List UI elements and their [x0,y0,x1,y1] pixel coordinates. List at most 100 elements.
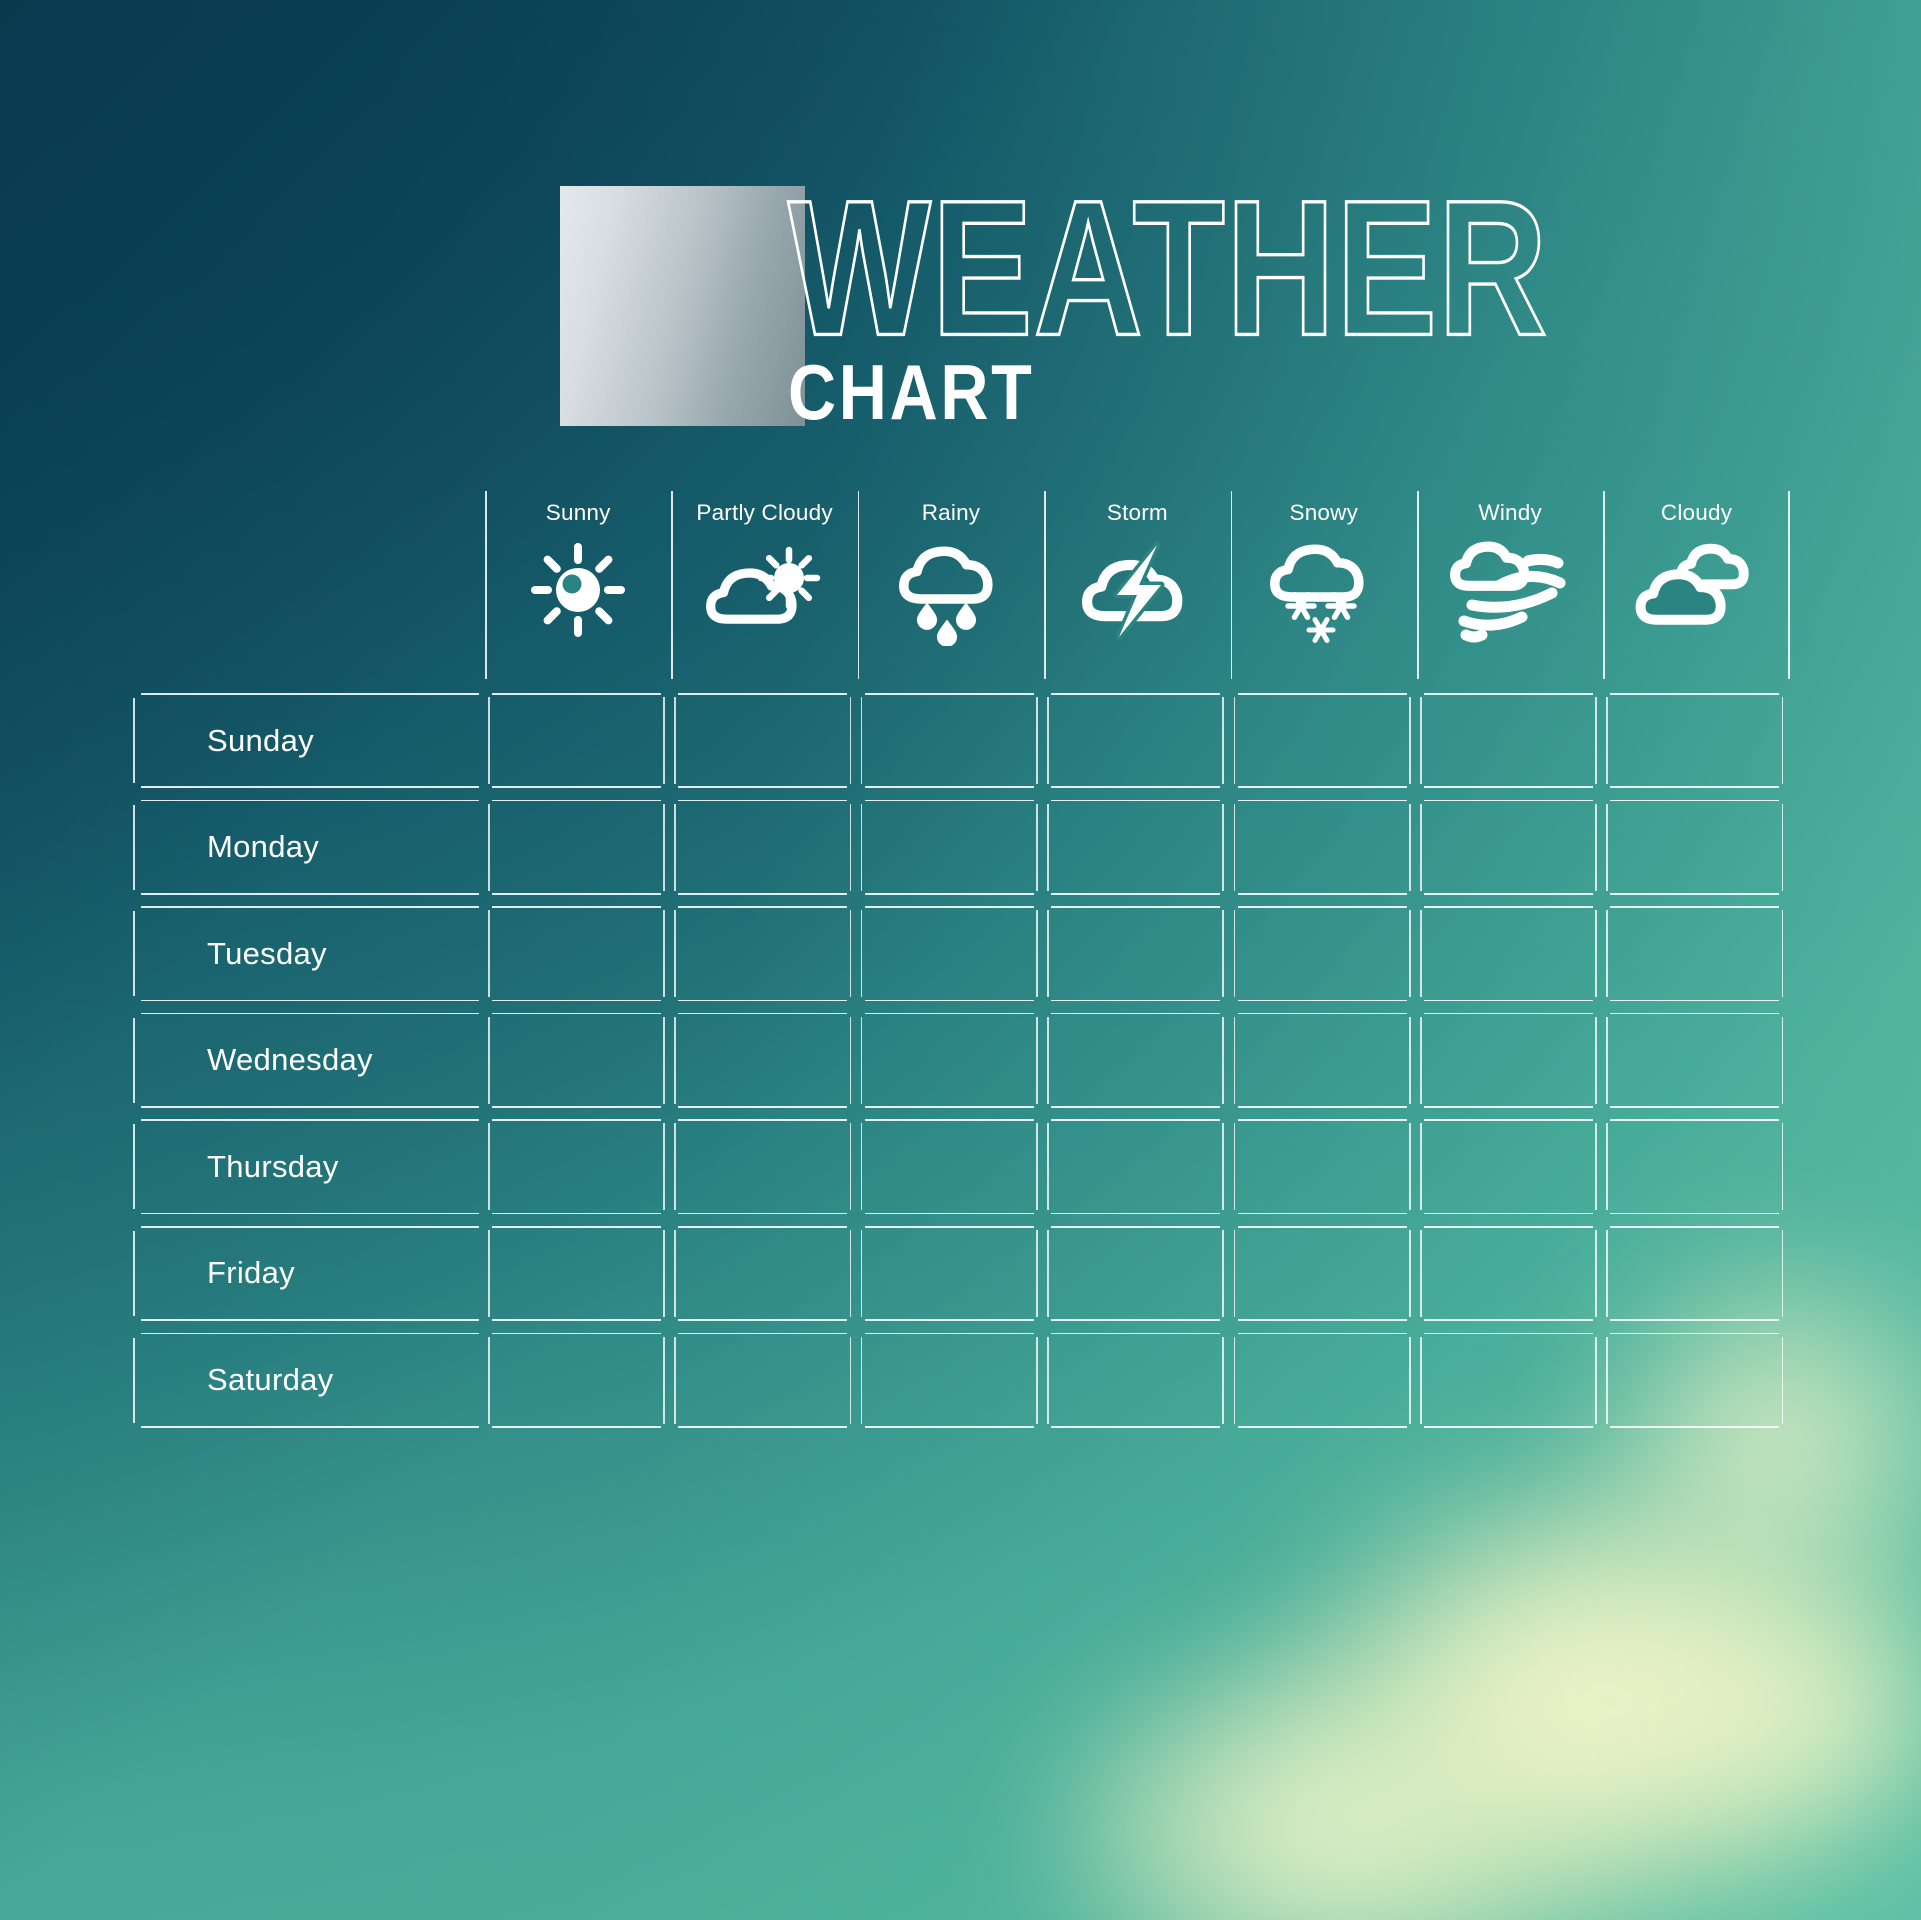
checkbox-cell-sunday-sunny[interactable] [488,693,665,788]
checkbox-cell-friday-rainy[interactable] [860,1225,1038,1321]
checkbox-cell-thursday-partly-cloudy[interactable] [674,1119,852,1215]
cell-border-right [1036,803,1038,891]
cell-border-left [1233,803,1236,891]
cell-border-left [1606,1336,1609,1424]
checkbox-cell-sunday-windy[interactable] [1419,693,1597,788]
cell-border-left [860,1123,863,1211]
cell-border-right [1781,803,1784,891]
checkbox-cell-saturday-cloudy[interactable] [1606,1332,1784,1428]
checkbox-cell-wednesday-partly-cloudy[interactable] [674,1012,852,1108]
cell-border-left [133,1337,135,1423]
cell-border-bottom [141,892,479,895]
column-header-partly-cloudy: Partly Cloudy [671,487,857,681]
checkbox-cell-tuesday-sunny[interactable] [488,906,665,1002]
checkbox-cell-saturday-sunny[interactable] [488,1332,665,1428]
checkbox-cell-monday-snowy[interactable] [1233,799,1411,895]
cell-border-right [663,1016,665,1104]
cell-border-left [1047,697,1049,784]
cell-border-top [678,799,848,802]
cell-border-bottom [1051,1106,1221,1108]
checkbox-cell-saturday-snowy[interactable] [1233,1332,1411,1428]
cell-border-top [864,1119,1034,1122]
checkbox-cell-tuesday-snowy[interactable] [1233,906,1411,1002]
checkbox-cell-monday-cloudy[interactable] [1606,799,1784,895]
checkbox-cell-friday-windy[interactable] [1419,1225,1597,1321]
checkbox-cell-monday-windy[interactable] [1419,799,1597,895]
checkbox-cell-saturday-partly-cloudy[interactable] [674,1332,852,1428]
cell-border-right [1036,1016,1038,1104]
checkbox-cell-wednesday-sunny[interactable] [488,1012,665,1108]
checkbox-cell-thursday-cloudy[interactable] [1606,1119,1784,1215]
cell-border-right [849,1229,852,1317]
checkbox-cell-thursday-snowy[interactable] [1233,1119,1411,1215]
cell-border-right [1408,803,1411,891]
checkbox-cell-sunday-cloudy[interactable] [1606,693,1784,788]
cell-border-right [1595,803,1597,891]
checkbox-cell-tuesday-windy[interactable] [1419,906,1597,1002]
day-label-cell-sunday: Sunday [133,693,479,788]
cell-border-bottom [492,1106,661,1108]
cell-border-left [860,910,863,998]
cell-border-bottom [864,1319,1034,1321]
checkbox-cell-monday-storm[interactable] [1047,799,1225,895]
cell-border-top [1051,1225,1221,1228]
cell-border-top [492,1225,661,1228]
checkbox-cell-tuesday-storm[interactable] [1047,906,1225,1002]
cell-border-bottom [1423,786,1593,788]
cell-border-left [674,1016,677,1104]
cell-border-bottom [1237,786,1407,788]
sun-icon [516,538,640,642]
checkbox-cell-saturday-storm[interactable] [1047,1332,1225,1428]
cell-border-bottom [1051,999,1221,1002]
checkbox-cell-wednesday-rainy[interactable] [860,1012,1038,1108]
checkbox-cell-saturday-rainy[interactable] [860,1332,1038,1428]
checkbox-cell-thursday-windy[interactable] [1419,1119,1597,1215]
cell-border-right [849,803,852,891]
cell-border-right [849,910,852,998]
checkbox-cell-thursday-sunny[interactable] [488,1119,665,1215]
checkbox-cell-sunday-snowy[interactable] [1233,693,1411,788]
cloud-rain-icon [889,538,1013,646]
cell-border-top [141,1119,479,1122]
column-header-label: Sunny [545,500,611,525]
checkbox-cell-wednesday-windy[interactable] [1419,1012,1597,1108]
day-label: Monday [207,829,320,865]
checkbox-cell-monday-rainy[interactable] [860,799,1038,895]
checkbox-cell-wednesday-storm[interactable] [1047,1012,1225,1108]
table-row: Friday [133,1225,1793,1321]
cell-border-top [1051,906,1221,908]
checkbox-cell-tuesday-partly-cloudy[interactable] [674,906,852,1002]
cell-border-left [1419,1229,1422,1317]
checkbox-cell-friday-sunny[interactable] [488,1225,665,1321]
day-label: Saturday [207,1362,334,1398]
cell-border-right [1408,1016,1411,1104]
checkbox-cell-friday-storm[interactable] [1047,1225,1225,1321]
cell-border-top [864,799,1034,802]
cell-border-left [133,698,135,783]
checkbox-cell-wednesday-snowy[interactable] [1233,1012,1411,1108]
cell-border-top [141,1012,479,1015]
row-cells [488,1119,1793,1215]
checkbox-cell-sunday-rainy[interactable] [860,693,1038,788]
checkbox-cell-sunday-partly-cloudy[interactable] [674,693,852,788]
checkbox-cell-friday-snowy[interactable] [1233,1225,1411,1321]
checkbox-cell-tuesday-cloudy[interactable] [1606,906,1784,1002]
checkbox-cell-wednesday-cloudy[interactable] [1606,1012,1784,1108]
checkbox-cell-friday-partly-cloudy[interactable] [674,1225,852,1321]
cell-border-bottom [141,1425,479,1428]
cell-border-top [864,906,1034,908]
checkbox-cell-sunday-storm[interactable] [1047,693,1225,788]
checkbox-cell-monday-sunny[interactable] [488,799,665,895]
checkbox-cell-friday-cloudy[interactable] [1606,1225,1784,1321]
checkbox-cell-saturday-windy[interactable] [1419,1332,1597,1428]
cell-border-right [1595,1336,1597,1424]
cell-border-left [133,1124,135,1210]
checkbox-cell-tuesday-rainy[interactable] [860,906,1038,1002]
checkbox-cell-monday-partly-cloudy[interactable] [674,799,852,895]
cell-border-left [860,1229,863,1317]
checkbox-cell-thursday-rainy[interactable] [860,1119,1038,1215]
cell-border-top [141,906,479,908]
cell-border-bottom [141,1319,479,1321]
checkbox-cell-thursday-storm[interactable] [1047,1119,1225,1215]
column-header-snowy: Snowy [1230,487,1417,681]
